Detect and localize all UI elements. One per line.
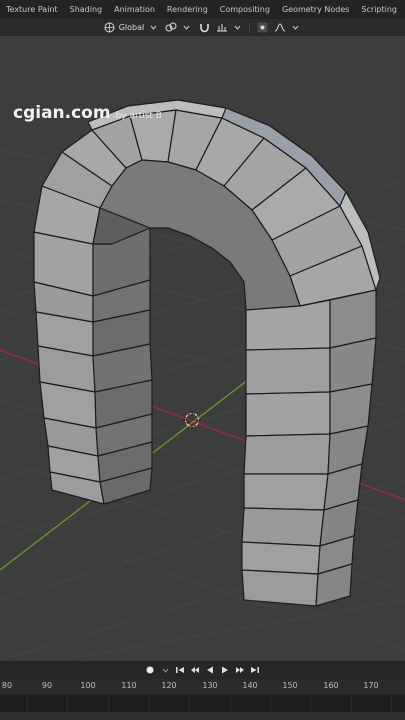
frame-tick: 160 [323, 681, 339, 690]
pivot-point-dropdown[interactable] [165, 22, 192, 34]
jump-start-icon[interactable] [174, 664, 186, 676]
tab-animation[interactable]: Animation [108, 0, 161, 19]
transform-orientation-dropdown[interactable]: Global [104, 22, 160, 34]
frame-tick: 130 [202, 681, 218, 690]
snap-toggle[interactable] [198, 22, 210, 34]
tab-rendering[interactable]: Rendering [161, 0, 214, 19]
proportional-edit-icon [256, 22, 268, 34]
frame-tick: 90 [41, 681, 53, 690]
falloff-dropdown[interactable] [274, 22, 301, 34]
orientation-label: Global [118, 23, 145, 32]
frame-tick: 80 [1, 681, 13, 690]
keyframe-record-button[interactable] [144, 664, 156, 676]
watermark: cgian.com by artist B [13, 103, 162, 123]
frame-tick: 110 [121, 681, 137, 690]
play-icon[interactable] [219, 664, 231, 676]
chevron-down-icon[interactable] [159, 664, 171, 676]
frame-ruler[interactable]: 80 90 100 110 120 130 140 150 160 170 [0, 679, 405, 694]
arch-mesh[interactable] [33, 99, 381, 607]
watermark-author: by artist B [115, 111, 162, 121]
falloff-curve-icon [274, 22, 286, 34]
timeline-scrollbar[interactable] [0, 712, 405, 720]
chevron-down-icon [180, 22, 192, 34]
tab-geometry-nodes[interactable]: Geometry Nodes [276, 0, 355, 19]
left-pillar [33, 227, 153, 505]
chevron-down-icon [147, 22, 159, 34]
playback-controls [0, 661, 405, 679]
globe-axes-icon [104, 22, 116, 34]
play-reverse-icon[interactable] [204, 664, 216, 676]
frame-tick: 120 [161, 681, 177, 690]
magnet-icon [198, 22, 210, 34]
tab-shading[interactable]: Shading [64, 0, 109, 19]
tab-texture-paint[interactable]: Texture Paint [0, 0, 64, 19]
prev-keyframe-icon[interactable] [189, 664, 201, 676]
3d-cursor[interactable] [183, 411, 201, 429]
timeline[interactable]: 80 90 100 110 120 130 140 150 160 170 [0, 679, 405, 720]
pivot-icon [165, 22, 177, 34]
header-divider [249, 22, 251, 33]
proportional-edit-toggle[interactable] [256, 22, 268, 34]
viewport-header: Global [0, 19, 405, 36]
jump-end-icon[interactable] [249, 664, 261, 676]
workspace-tab-bar: Texture Paint Shading Animation Renderin… [0, 0, 405, 19]
frame-tick: 140 [242, 681, 258, 690]
chevron-down-icon [289, 22, 301, 34]
frame-tick: 100 [80, 681, 96, 690]
watermark-brand: cgian.com [13, 103, 111, 123]
frame-tick: 150 [282, 681, 298, 690]
tab-scripting[interactable]: Scripting [355, 0, 403, 19]
snap-settings-dropdown[interactable] [216, 22, 243, 34]
frame-tick: 170 [363, 681, 379, 690]
right-pillar [241, 289, 377, 607]
tab-compositing[interactable]: Compositing [214, 0, 276, 19]
next-keyframe-icon[interactable] [234, 664, 246, 676]
chevron-down-icon [231, 22, 243, 34]
snap-increment-icon [216, 22, 228, 34]
3d-viewport[interactable]: cgian.com by artist B [0, 36, 405, 661]
viewport-scene [0, 99, 405, 661]
